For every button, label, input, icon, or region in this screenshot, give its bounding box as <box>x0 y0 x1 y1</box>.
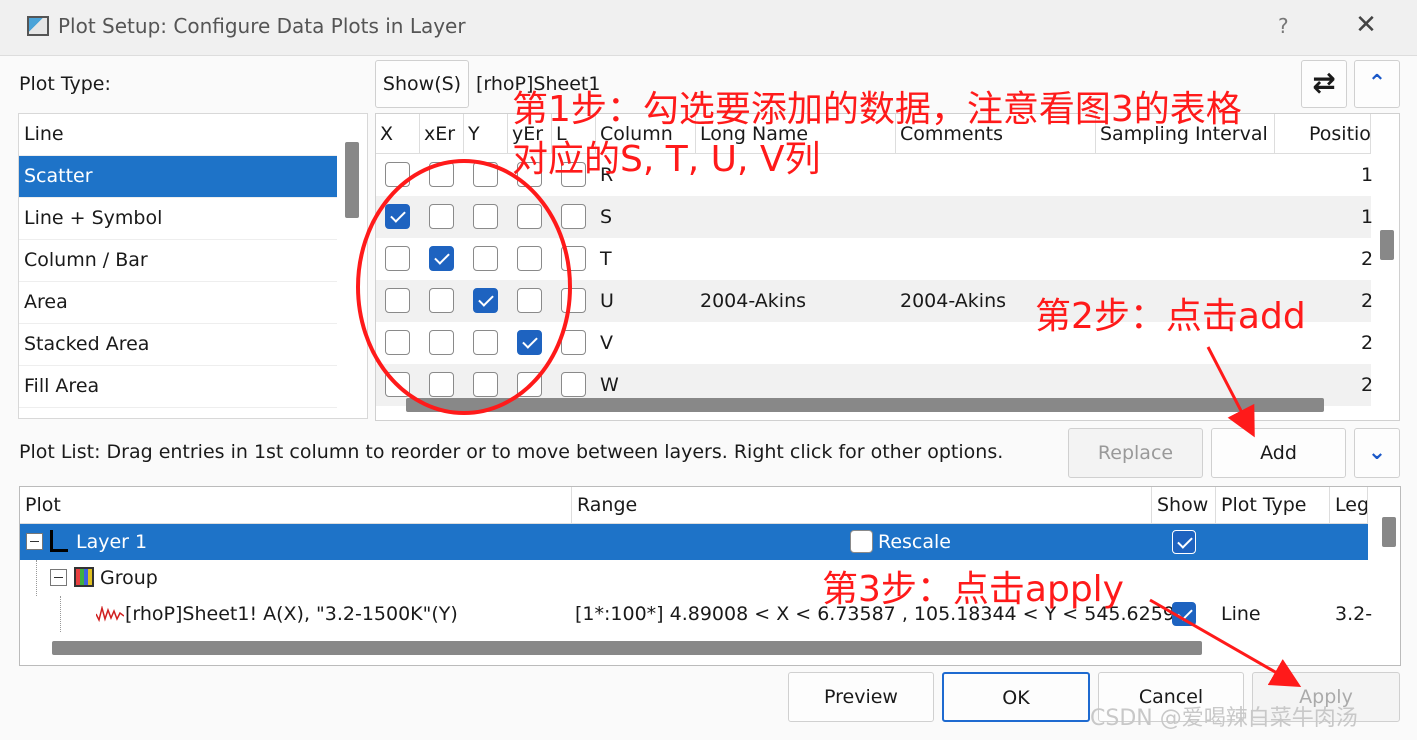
watermark: CSDN @爱喝辣白菜牛肉汤 <box>1090 706 1358 731</box>
annotation-step1-line1: 第1步：勾选要添加的数据，注意看图3的表格 <box>512 89 1242 130</box>
arrow-to-apply <box>1149 598 1302 687</box>
annotation-step1-line2: 对应的S, T, U, V列 <box>512 139 821 180</box>
annotation-step3: 第3步：点击apply <box>822 569 1124 610</box>
annotation-circle <box>356 159 572 415</box>
arrow-to-add <box>1206 346 1255 438</box>
annotation-step2: 第2步：点击add <box>1035 296 1306 337</box>
